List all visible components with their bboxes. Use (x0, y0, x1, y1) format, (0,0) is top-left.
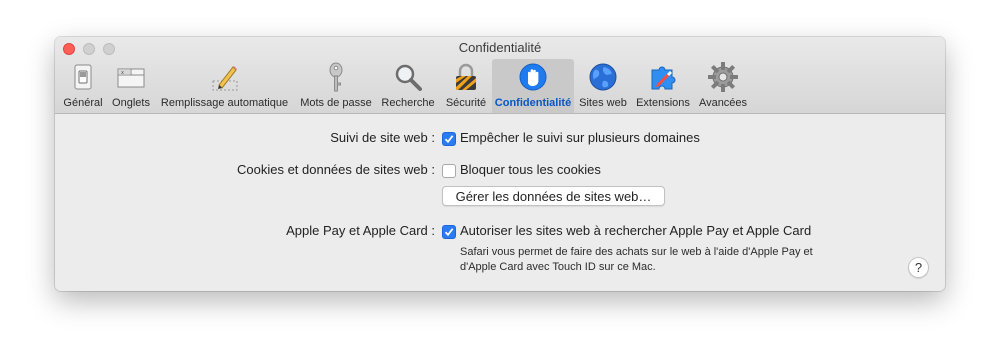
tab-general[interactable]: Général (59, 59, 107, 113)
prevent-tracking-checkbox[interactable] (442, 132, 456, 146)
tab-recherche[interactable]: Recherche (378, 59, 438, 113)
puzzle-icon (651, 66, 676, 90)
privacy-pane: Suivi de site web : Empêcher le suivi su… (55, 114, 945, 291)
block-cookies-label[interactable]: Bloquer tous les cookies (460, 162, 601, 177)
tab-confidentialite[interactable]: Confidentialité (492, 59, 574, 113)
applepay-label: Apple Pay et Apple Card : (286, 223, 435, 238)
tab-remplissage-automatique[interactable]: Remplissage automatique (156, 59, 293, 113)
tracking-label: Suivi de site web : (330, 130, 435, 145)
key-icon (329, 62, 343, 92)
tab-avancees[interactable]: Avancées (695, 59, 751, 113)
prevent-tracking-label[interactable]: Empêcher le suivi sur plusieurs domaines (460, 130, 700, 145)
checkmark-icon (444, 135, 454, 144)
block-cookies-checkbox[interactable] (442, 164, 456, 178)
checkmark-icon (444, 228, 454, 237)
applepay-note: Safari vous permet de faire des achats s… (460, 245, 860, 275)
toolbar: Général x Onglets Remplissage automatiqu… (55, 57, 945, 113)
allow-applepay-checkbox[interactable] (442, 225, 456, 239)
applepay-note-line-2: d'Apple Card avec Touch ID sur ce Mac. (460, 261, 656, 273)
hand-icon (519, 63, 547, 91)
globe-icon (589, 63, 617, 91)
tab-sites-web[interactable]: Sites web (576, 59, 630, 113)
padlock-icon (456, 63, 476, 90)
svg-text:x: x (121, 70, 124, 76)
help-button[interactable]: ? (908, 257, 929, 278)
magnifier-icon (395, 64, 422, 91)
general-switch-icon (74, 64, 92, 90)
gear-icon (708, 62, 738, 92)
tab-onglets[interactable]: x Onglets (108, 59, 154, 113)
window-title: Confidentialité (458, 40, 542, 55)
preferences-window: Confidentialité Général x Onglets Rempli… (55, 37, 945, 291)
tab-extensions[interactable]: Extensions (632, 59, 694, 113)
title-bar: Confidentialité Général x Onglets Rempli… (55, 37, 945, 114)
tabs-icon: x (117, 68, 145, 88)
cookies-label: Cookies et données de sites web : (236, 162, 435, 177)
pencil-icon (212, 66, 237, 91)
tab-securite[interactable]: Sécurité (440, 59, 492, 113)
manage-website-data-button[interactable]: Gérer les données de sites web… (442, 186, 665, 206)
applepay-note-line-1: Safari vous permet de faire des achats s… (460, 246, 813, 258)
tab-mots-de-passe[interactable]: Mots de passe (296, 59, 376, 113)
allow-applepay-label[interactable]: Autoriser les sites web à rechercher App… (460, 223, 811, 238)
